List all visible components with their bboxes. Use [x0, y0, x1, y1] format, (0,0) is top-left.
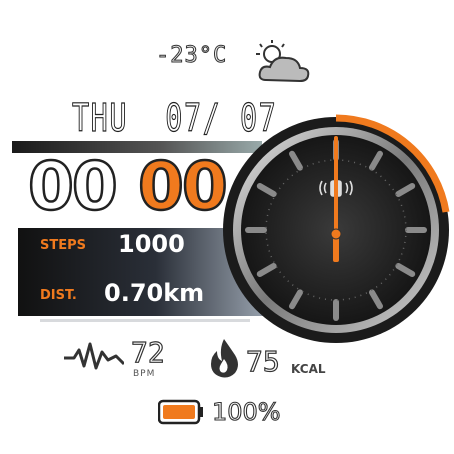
- distance-value: 0.70km: [104, 279, 205, 307]
- minutes: 00: [137, 147, 229, 227]
- flame-icon: [211, 339, 238, 378]
- steps-label: STEPS: [40, 238, 87, 253]
- dial-center-cap: [330, 228, 342, 240]
- calories-unit: KCAL: [291, 362, 326, 376]
- analog-dial: [223, 114, 450, 343]
- battery-value: 100%: [211, 397, 281, 426]
- distance-label: DIST.: [40, 288, 77, 303]
- heart-rate-value: 72: [130, 335, 165, 369]
- battery-fill: [163, 405, 195, 419]
- partly-cloudy-icon: [256, 40, 310, 83]
- weekday: THU: [72, 95, 128, 140]
- battery-icon: [158, 399, 203, 425]
- heartbeat-icon: [64, 342, 124, 370]
- heart-rate-unit: BPM: [133, 369, 156, 379]
- hours: 00: [27, 147, 119, 227]
- temperature: -23°C: [155, 43, 228, 69]
- steps-value: 1000: [118, 230, 185, 258]
- calories-value: 75: [245, 344, 280, 378]
- minute-hand: [334, 136, 338, 234]
